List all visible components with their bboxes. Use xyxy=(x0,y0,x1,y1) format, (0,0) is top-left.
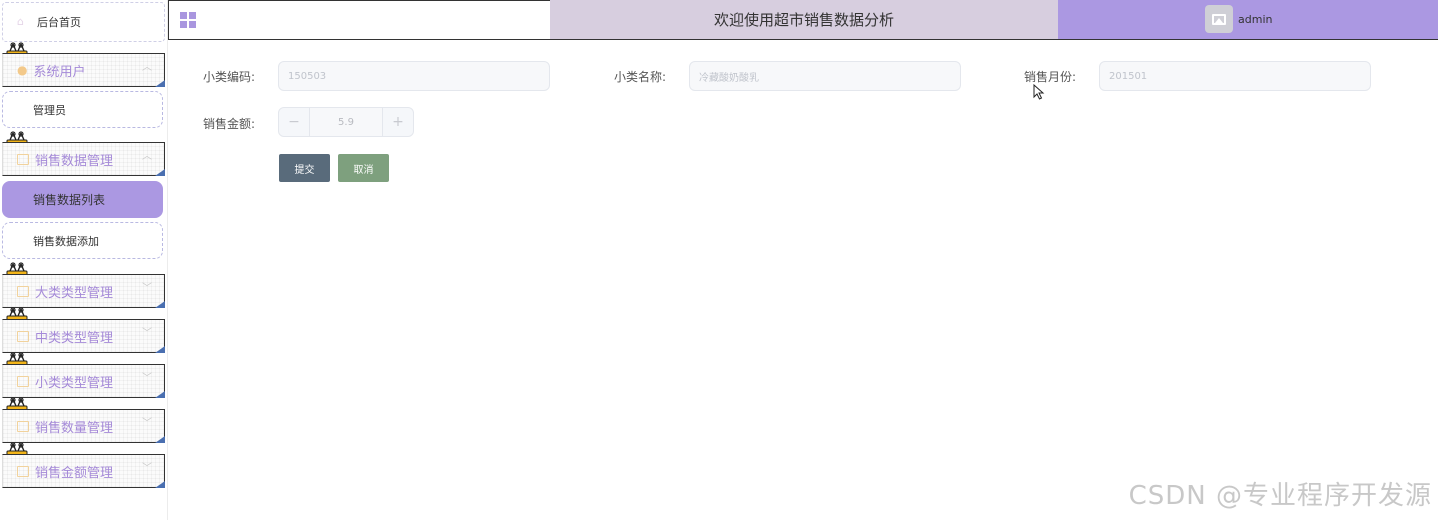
stepper-decrement-button[interactable]: − xyxy=(279,108,310,136)
avatar[interactable] xyxy=(1205,5,1233,33)
sidebar-item-sales-add[interactable]: 销售数据添加 xyxy=(2,222,163,259)
folder-icon xyxy=(17,465,29,477)
top-bar-left xyxy=(168,0,550,40)
sidebar-item-admin[interactable]: 管理员 xyxy=(2,91,163,128)
stepper-increment-button[interactable]: + xyxy=(382,108,413,136)
sidebar-group-major-category[interactable]: 大类类型管理 ﹀ xyxy=(2,274,165,308)
sales-month-label: 销售月份: xyxy=(1023,70,1076,84)
user-icon: ● xyxy=(17,63,28,77)
chevron-down-icon: ﹀ xyxy=(142,283,152,294)
sidebar-group-sub-category[interactable]: 小类类型管理 ﹀ xyxy=(2,364,165,398)
folder-icon xyxy=(17,330,29,342)
corner-fold xyxy=(155,169,165,176)
subcategory-code-input[interactable]: 150503 xyxy=(278,61,550,91)
sales-month-input[interactable]: 201501 xyxy=(1099,61,1371,91)
chevron-down-icon: ﹀ xyxy=(142,328,152,339)
corner-fold xyxy=(155,436,165,443)
user-area: admin xyxy=(1058,0,1438,40)
username[interactable]: admin xyxy=(1238,13,1272,26)
sidebar-group-system-users[interactable]: ● 系统用户 ︿ xyxy=(2,53,165,87)
sidebar-group-label: 销售金额管理 xyxy=(35,465,114,481)
subcategory-code-label: 小类编码: xyxy=(202,70,255,84)
subcategory-name-input[interactable]: 冷藏酸奶酸乳 xyxy=(689,61,961,91)
mouse-cursor-icon xyxy=(1033,84,1045,100)
chevron-down-icon: ﹀ xyxy=(142,373,152,384)
sales-amount-label: 销售金额: xyxy=(202,117,255,131)
sidebar-item-sales-list[interactable]: 销售数据列表 xyxy=(2,181,163,218)
folder-icon xyxy=(17,153,29,165)
sidebar-group-label: 小类类型管理 xyxy=(35,375,114,391)
folder-icon xyxy=(17,375,29,387)
cancel-button[interactable]: 取消 xyxy=(338,154,389,182)
chevron-up-icon: ︿ xyxy=(142,62,152,73)
folder-icon xyxy=(17,420,29,432)
stepper-value[interactable]: 5.9 xyxy=(310,108,382,136)
sidebar-group-label: 系统用户 xyxy=(33,64,86,80)
subcategory-name-label: 小类名称: xyxy=(613,70,666,84)
corner-fold xyxy=(155,346,165,353)
corner-fold xyxy=(155,481,165,488)
image-icon xyxy=(1212,13,1226,25)
sidebar-item-label: 销售数据列表 xyxy=(33,193,106,207)
grid-icon[interactable] xyxy=(180,12,196,28)
sidebar-group-label: 销售数量管理 xyxy=(35,420,114,436)
corner-fold xyxy=(155,391,165,398)
watermark: CSDN @专业程序开发源 xyxy=(1128,481,1432,511)
chevron-up-icon: ︿ xyxy=(142,151,152,162)
sidebar-item-label: 管理员 xyxy=(33,103,66,117)
sidebar-group-sales-data[interactable]: 销售数据管理 ︿ xyxy=(2,142,165,176)
sidebar-group-sales-amount[interactable]: 销售金额管理 ﹀ xyxy=(2,454,165,488)
sidebar-item-label: 后台首页 xyxy=(37,16,81,29)
folder-icon xyxy=(17,285,29,297)
submit-button[interactable]: 提交 xyxy=(279,154,330,182)
sidebar-group-middle-category[interactable]: 中类类型管理 ﹀ xyxy=(2,319,165,353)
sales-amount-stepper: − 5.9 + xyxy=(278,107,414,137)
sidebar: ⌂ 后台首页 ● 系统用户 ︿ 管理员 销售数据管理 ︿ 销售数据列表 销售数据… xyxy=(0,0,168,520)
home-icon: ⌂ xyxy=(17,15,24,28)
sidebar-item-home[interactable]: ⌂ 后台首页 xyxy=(2,2,165,42)
sidebar-group-label: 销售数据管理 xyxy=(35,153,114,169)
corner-fold xyxy=(155,80,165,87)
sidebar-group-label: 中类类型管理 xyxy=(35,330,114,346)
page-title: 欢迎使用超市销售数据分析 xyxy=(550,0,1058,40)
corner-fold xyxy=(155,301,165,308)
sidebar-item-label: 销售数据添加 xyxy=(33,234,99,248)
top-bar: 欢迎使用超市销售数据分析 admin xyxy=(168,0,1438,40)
sidebar-group-label: 大类类型管理 xyxy=(35,285,114,301)
chevron-down-icon: ﹀ xyxy=(142,463,152,474)
chevron-down-icon: ﹀ xyxy=(142,418,152,429)
sidebar-group-sales-quantity[interactable]: 销售数量管理 ﹀ xyxy=(2,409,165,443)
